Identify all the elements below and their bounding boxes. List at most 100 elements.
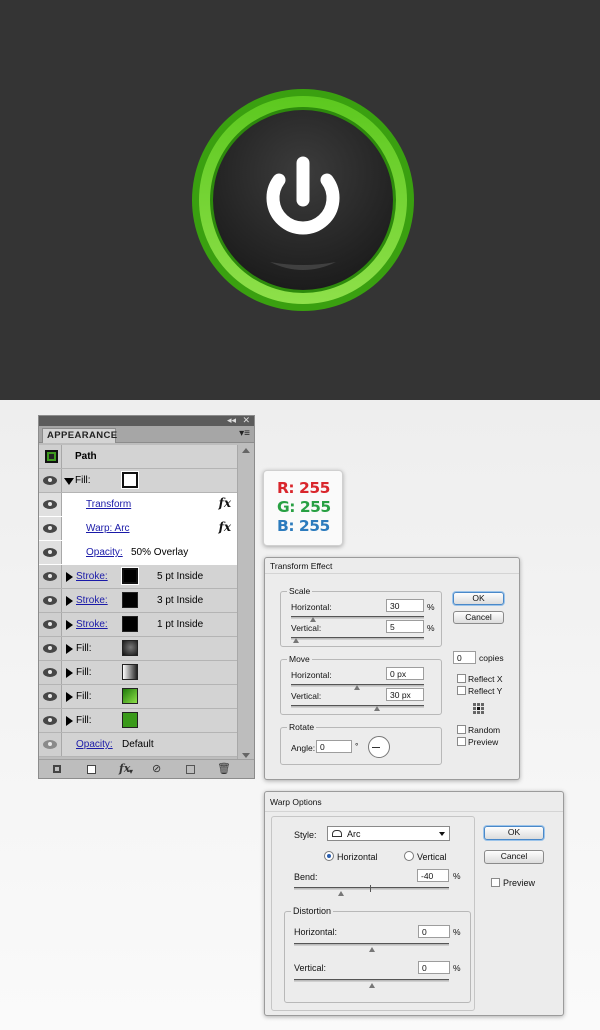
- reference-point-icon[interactable]: [473, 703, 484, 714]
- reflect-y-checkbox[interactable]: [457, 686, 466, 695]
- eye-icon[interactable]: [43, 644, 57, 653]
- cancel-button[interactable]: Cancel: [453, 611, 504, 624]
- expand-triangle-icon[interactable]: [66, 620, 73, 630]
- expand-triangle-icon[interactable]: [66, 596, 73, 606]
- bend-input[interactable]: -40: [417, 869, 449, 882]
- stroke-swatch[interactable]: [122, 592, 138, 608]
- fill-row-white[interactable]: Fill:: [39, 469, 237, 493]
- panel-tabbar: APPEARANCE ▾≡: [39, 426, 254, 443]
- ok-button[interactable]: OK: [484, 826, 544, 840]
- expand-triangle-icon[interactable]: [66, 668, 73, 678]
- collapse-icon[interactable]: ◂◂: [227, 415, 236, 425]
- panel-titlebar: ◂◂ ✕: [39, 415, 254, 426]
- arc-style-icon: [332, 830, 342, 837]
- expand-triangle-icon[interactable]: [66, 572, 73, 582]
- fill-swatch[interactable]: [122, 640, 138, 656]
- effect-row-warp[interactable]: Warp: Arc fx: [39, 517, 237, 541]
- expand-triangle-icon[interactable]: [66, 716, 73, 726]
- fill-row-green[interactable]: Fill:: [39, 709, 237, 733]
- expand-triangle-icon[interactable]: [64, 478, 74, 485]
- reflect-x-checkbox[interactable]: [457, 674, 466, 683]
- fx-dropdown-icon[interactable]: ▾: [129, 766, 133, 778]
- fill-swatch[interactable]: [122, 664, 138, 680]
- eye-icon[interactable]: [43, 500, 57, 509]
- distortion-vertical-input[interactable]: 0: [418, 961, 450, 974]
- fx-icon[interactable]: fx: [219, 496, 231, 510]
- appearance-panel: ◂◂ ✕ APPEARANCE ▾≡ Path Fill: Transform …: [38, 415, 255, 779]
- effect-row-transform[interactable]: Transform fx: [39, 493, 237, 517]
- eye-icon[interactable]: [43, 572, 57, 581]
- eye-icon[interactable]: [43, 524, 57, 533]
- distortion-group: Distortion Horizontal: 0 % Vertical: 0 %: [284, 906, 471, 1003]
- distortion-horizontal-slider[interactable]: [294, 943, 449, 946]
- slider-knob[interactable]: [354, 685, 360, 690]
- cancel-button[interactable]: Cancel: [484, 850, 544, 864]
- slider-knob[interactable]: [369, 983, 375, 988]
- stroke-swatch[interactable]: [121, 567, 139, 585]
- eye-icon[interactable]: [43, 620, 57, 629]
- move-vertical-slider[interactable]: [291, 705, 424, 708]
- panel-menu-icon[interactable]: ▾≡: [239, 428, 250, 439]
- slider-knob[interactable]: [338, 891, 344, 896]
- fill-row-linear[interactable]: Fill:: [39, 661, 237, 685]
- trash-icon[interactable]: 🗑: [217, 763, 231, 775]
- ok-button[interactable]: OK: [453, 592, 504, 605]
- scale-horizontal-input[interactable]: 30: [386, 599, 424, 612]
- style-select[interactable]: Arc: [327, 826, 450, 841]
- warp-settings-group: Style: Arc Horizontal Vertical Bend: -40…: [271, 816, 475, 1011]
- stroke-row-1pt[interactable]: Stroke: 1 pt Inside: [39, 613, 237, 637]
- move-vertical-input[interactable]: 30 px: [386, 688, 424, 701]
- scale-vertical-slider[interactable]: [291, 637, 424, 640]
- duplicate-icon[interactable]: [186, 765, 195, 774]
- slider-knob[interactable]: [310, 617, 316, 622]
- vertical-radio[interactable]: [404, 851, 414, 861]
- scroll-down-icon[interactable]: [242, 753, 250, 758]
- horizontal-radio[interactable]: [324, 851, 334, 861]
- scroll-up-icon[interactable]: [242, 448, 250, 453]
- eye-icon[interactable]: [43, 668, 57, 677]
- fill-swatch[interactable]: [121, 471, 139, 489]
- distortion-vertical-slider[interactable]: [294, 979, 449, 982]
- tab-appearance[interactable]: APPEARANCE: [42, 428, 117, 443]
- rotate-dial-icon[interactable]: [368, 736, 390, 758]
- stroke-row-5pt[interactable]: Stroke: 5 pt Inside: [39, 565, 237, 589]
- expand-triangle-icon[interactable]: [66, 692, 73, 702]
- eye-icon[interactable]: [43, 548, 57, 557]
- rotate-angle-input[interactable]: 0: [316, 740, 352, 753]
- eye-icon[interactable]: [43, 716, 57, 725]
- stroke-swatch[interactable]: [122, 616, 138, 632]
- slider-knob[interactable]: [374, 706, 380, 711]
- fill-swatch[interactable]: [122, 712, 138, 728]
- opacity-row-fill[interactable]: Opacity: 50% Overlay: [39, 541, 237, 565]
- clear-appearance-icon[interactable]: [87, 765, 96, 774]
- bend-slider[interactable]: [294, 887, 449, 890]
- slider-knob[interactable]: [369, 947, 375, 952]
- opacity-row-default[interactable]: Opacity: Default: [39, 733, 237, 757]
- move-group: Move Horizontal: 0 px Vertical: 30 px: [280, 654, 442, 715]
- power-button-artwork: [192, 89, 414, 311]
- eye-icon[interactable]: [43, 596, 57, 605]
- slider-knob[interactable]: [293, 638, 299, 643]
- panel-scrollbar[interactable]: [237, 445, 254, 761]
- copies-input[interactable]: 0: [453, 651, 476, 664]
- fill-row-green-gradient[interactable]: Fill:: [39, 685, 237, 709]
- preview-checkbox[interactable]: [457, 737, 466, 746]
- expand-triangle-icon[interactable]: [66, 644, 73, 654]
- fill-swatch[interactable]: [122, 688, 138, 704]
- preview-checkbox[interactable]: [491, 878, 500, 887]
- distortion-horizontal-input[interactable]: 0: [418, 925, 450, 938]
- eye-icon[interactable]: [43, 692, 57, 701]
- eye-icon[interactable]: [43, 740, 57, 749]
- close-icon[interactable]: ✕: [242, 415, 250, 425]
- no-icon[interactable]: ⊘: [152, 763, 161, 775]
- green-value: G: 255: [277, 498, 331, 516]
- move-horizontal-input[interactable]: 0 px: [386, 667, 424, 680]
- eye-icon[interactable]: [43, 476, 57, 485]
- new-art-icon[interactable]: [53, 765, 61, 773]
- fx-icon[interactable]: fx: [219, 520, 231, 534]
- stroke-row-3pt[interactable]: Stroke: 3 pt Inside: [39, 589, 237, 613]
- random-checkbox[interactable]: [457, 725, 466, 734]
- fill-row-radial[interactable]: Fill:: [39, 637, 237, 661]
- scale-vertical-input[interactable]: 5: [386, 620, 424, 633]
- path-row[interactable]: Path: [39, 445, 237, 469]
